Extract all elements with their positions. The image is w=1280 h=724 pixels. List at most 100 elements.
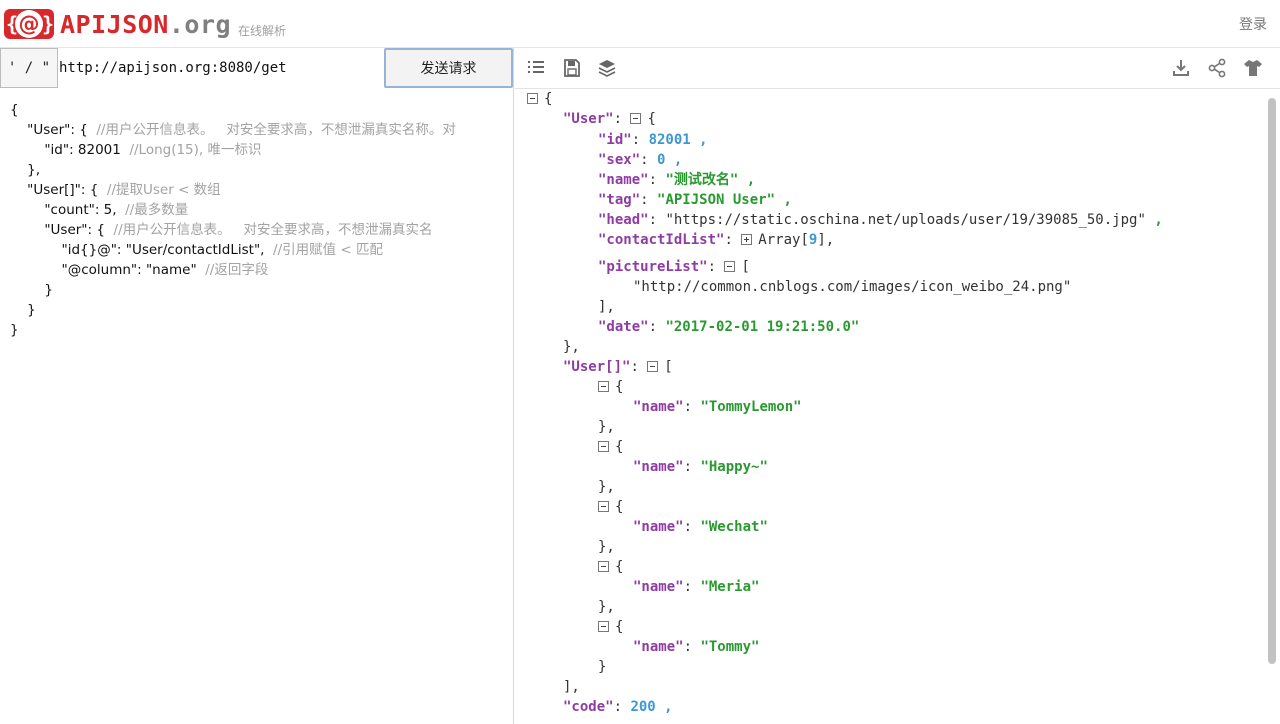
- layers-icon[interactable]: [596, 57, 618, 79]
- request-comment: //提取User < 数组: [106, 182, 221, 198]
- method-selector[interactable]: ' / ": [0, 48, 58, 88]
- request-code-line: "User": { //用户公开信息表。 对安全要求高，不想泄漏真实名: [10, 220, 510, 240]
- response-viewer[interactable]: { "User": { "id": 82001 , "sex": 0 , "na…: [515, 89, 1267, 724]
- collapse-toggle-icon[interactable]: [630, 113, 642, 124]
- array-count: 9: [808, 232, 818, 248]
- user-object-close: },: [598, 599, 615, 615]
- collapse-toggle-icon[interactable]: [598, 441, 609, 452]
- logo-text-api: APIJSON: [60, 9, 169, 39]
- user-name-line: "name": "Tommy": [633, 639, 760, 655]
- share-icon[interactable]: [1206, 57, 1228, 79]
- json-key: "head": [598, 212, 649, 228]
- user-name-line: "name": "Wechat": [633, 519, 768, 535]
- json-number: 82001: [648, 132, 691, 148]
- json-string: "TommyLemon": [700, 399, 802, 415]
- request-code-line: {: [10, 100, 510, 120]
- request-pane: ' / " http://apijson.org:8080/get 发送请求 {…: [0, 48, 514, 724]
- user-object-open: {: [598, 437, 623, 457]
- request-code-line: }: [10, 280, 510, 300]
- json-string[interactable]: "https://static.oschina.net/uploads/user…: [665, 212, 1145, 228]
- json-key: "User": [563, 111, 614, 127]
- user-name-line: "name": "Meria": [633, 579, 760, 595]
- request-comment: //最多数量: [125, 202, 189, 218]
- json-string: "测试改名": [665, 172, 739, 188]
- request-code: "User": {: [10, 122, 97, 138]
- request-code-line: "User[]": { //提取User < 数组: [10, 180, 510, 200]
- json-string[interactable]: "http://common.cnblogs.com/images/icon_w…: [633, 279, 1071, 295]
- request-code: "id": 82001: [10, 142, 130, 158]
- user-object-close: },: [598, 479, 615, 495]
- send-request-button[interactable]: 发送请求: [384, 48, 513, 88]
- request-code: "@column": "name": [10, 262, 206, 278]
- json-string: "APIJSON User": [657, 192, 776, 208]
- request-code-line: "User": { //用户公开信息表。 对安全要求高，不想泄漏真实名称。对: [10, 120, 510, 140]
- json-key: "name": [633, 579, 684, 595]
- user-object-open: {: [598, 497, 623, 517]
- json-key: "id": [598, 132, 632, 148]
- response-toolbar: [515, 48, 1280, 89]
- request-comment: //用户公开信息表。 对安全要求高，不想泄漏真实名: [113, 222, 433, 238]
- json-key: "contactIdList": [598, 232, 725, 248]
- logo-text-org: .org: [168, 9, 232, 39]
- json-key: "name": [633, 519, 684, 535]
- request-code-line: "id{}@": "User/contactIdList", //引用赋值 < …: [10, 240, 510, 260]
- request-code-line: "count": 5, //最多数量: [10, 200, 510, 220]
- logo-badge-icon: { @ }: [4, 9, 54, 39]
- request-comment: //Long(15), 唯一标识: [129, 142, 262, 158]
- collapse-toggle-icon[interactable]: [598, 501, 609, 512]
- json-key: "name": [598, 172, 649, 188]
- request-code: }: [10, 302, 36, 318]
- json-number: 0: [657, 152, 666, 168]
- user-object-open: {: [598, 557, 623, 577]
- json-string: "2017-02-01 19:21:50.0": [665, 319, 860, 335]
- request-code: }: [10, 322, 19, 338]
- collapse-toggle-icon[interactable]: [598, 381, 609, 392]
- request-code: "User": {: [10, 222, 114, 238]
- json-key: "User[]": [563, 359, 631, 375]
- login-link[interactable]: 登录: [1239, 14, 1267, 34]
- user-object-close: }: [598, 659, 607, 675]
- array-label: Array: [758, 232, 801, 248]
- response-scrollbar[interactable]: [1268, 98, 1276, 664]
- top-header: { @ } APIJSON.org 在线解析 登录: [0, 0, 1280, 48]
- collapse-toggle-icon[interactable]: [598, 621, 609, 632]
- save-icon[interactable]: [561, 57, 583, 79]
- json-number: 200: [630, 699, 656, 715]
- request-code: "User[]": {: [10, 182, 107, 198]
- json-string: "Wechat": [700, 519, 768, 535]
- json-string: "Tommy": [700, 639, 760, 655]
- user-object-close: },: [598, 539, 615, 555]
- json-key: "name": [633, 639, 684, 655]
- download-icon[interactable]: [1170, 57, 1192, 79]
- collapse-toggle-icon[interactable]: [527, 93, 538, 104]
- request-code-line: "id": 82001 //Long(15), 唯一标识: [10, 140, 510, 160]
- url-input[interactable]: http://apijson.org:8080/get: [59, 48, 382, 88]
- request-code-line: },: [10, 160, 510, 180]
- user-object-close: },: [598, 419, 615, 435]
- json-key: "name": [633, 459, 684, 475]
- collapse-toggle-icon[interactable]: [598, 561, 609, 572]
- user-object-open: {: [598, 377, 623, 397]
- request-comment: //引用赋值 < 匹配: [273, 242, 384, 258]
- request-code: {: [10, 102, 19, 118]
- collapse-toggle-icon[interactable]: [724, 261, 736, 272]
- request-code-line: "@column": "name" //返回字段: [10, 260, 510, 280]
- request-editor[interactable]: { "User": { //用户公开信息表。 对安全要求高，不想泄漏真实名称。对…: [10, 100, 510, 340]
- response-pane: { "User": { "id": 82001 , "sex": 0 , "na…: [515, 48, 1280, 724]
- collapse-toggle-icon[interactable]: [647, 361, 659, 372]
- json-key: "tag": [598, 192, 641, 208]
- theme-icon[interactable]: [1242, 57, 1264, 79]
- format-list-icon[interactable]: [525, 57, 547, 79]
- json-string: "Happy~": [700, 459, 768, 475]
- json-key: "date": [598, 319, 649, 335]
- json-key: "pictureList": [598, 259, 708, 275]
- expand-toggle-icon[interactable]: [741, 234, 753, 245]
- request-code: },: [10, 162, 41, 178]
- logo-text: APIJSON.org: [60, 10, 231, 39]
- logo[interactable]: { @ } APIJSON.org: [4, 9, 231, 39]
- tagline: 在线解析: [238, 24, 287, 38]
- request-code: }: [10, 282, 53, 298]
- user-name-line: "name": "Happy~": [633, 459, 768, 475]
- json-key: "sex": [598, 152, 641, 168]
- json-key: "name": [633, 399, 684, 415]
